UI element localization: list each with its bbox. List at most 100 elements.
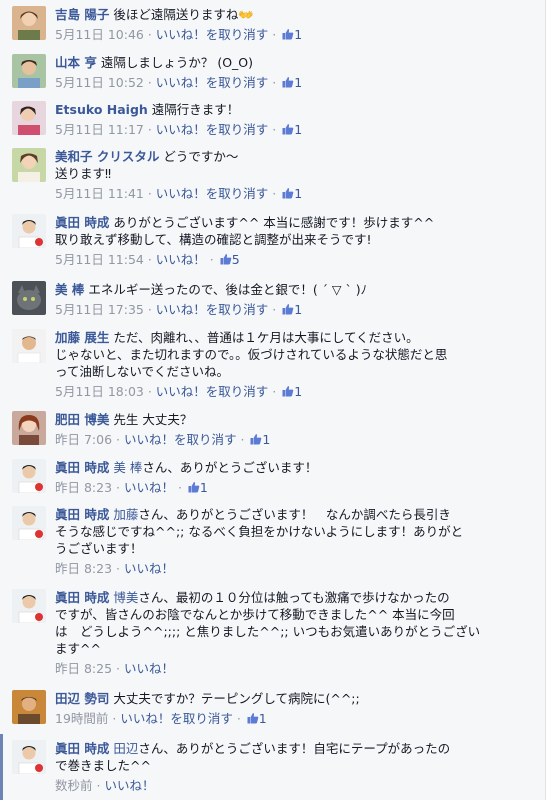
like-count[interactable]: 1 (294, 186, 302, 201)
avatar[interactable] (12, 101, 46, 135)
comment-timestamp[interactable]: 昨日 7:06 (55, 432, 112, 447)
thumbs-up-icon (282, 386, 294, 397)
comment-text-line: って油断しないでくださいね。 (55, 364, 230, 379)
comment-author[interactable]: 眞田 時成 (55, 590, 109, 605)
mention-link[interactable]: 美 棒 (113, 460, 142, 475)
thumbs-up-icon (282, 29, 294, 40)
comment-author[interactable]: 美和子 クリスタル (55, 149, 159, 164)
avatar[interactable] (12, 54, 46, 88)
comment-author[interactable]: Etsuko Haigh (55, 102, 148, 117)
comment-meta: 昨日 8:23 · いいね！ · 1 (55, 480, 208, 495)
unlike-link[interactable]: いいね！を取り消す (156, 27, 269, 42)
like-link[interactable]: いいね！ (156, 252, 206, 267)
comment-author[interactable]: 眞田 時成 (55, 741, 109, 756)
unlike-link[interactable]: いいね！を取り消す (120, 711, 233, 726)
comment-author[interactable]: 山本 亨 (55, 55, 97, 70)
like-count[interactable]: 1 (259, 711, 267, 726)
comment-meta: 19時間前 · いいね！を取り消す · 1 (55, 711, 267, 726)
thumbs-up-icon (282, 304, 294, 315)
like-count[interactable]: 1 (294, 302, 302, 317)
like-link[interactable]: いいね！ (124, 661, 174, 676)
comment-timestamp[interactable]: 昨日 8:23 (55, 480, 112, 495)
comment-text-line: うございます！ (55, 541, 143, 556)
unlike-link[interactable]: いいね！を取り消す (124, 432, 237, 447)
comment-timestamp[interactable]: 5月11日 18:03 (55, 384, 144, 399)
comment-meta: 昨日 7:06 · いいね！を取り消す · 1 (55, 432, 271, 447)
comment-timestamp[interactable]: 5月11日 10:46 (55, 27, 144, 42)
like-count[interactable]: 1 (200, 480, 208, 495)
unlike-link[interactable]: いいね！を取り消す (156, 186, 269, 201)
avatar[interactable] (12, 329, 46, 363)
comment-meta: 昨日 8:23 · いいね！ (55, 561, 174, 576)
thumbs-up-icon (250, 434, 262, 445)
comment-author[interactable]: 眞田 時成 (55, 215, 109, 230)
comment-meta: 5月11日 11:54 · いいね！ · 5 (55, 252, 240, 267)
comment-author[interactable]: 吉島 陽子 (55, 7, 109, 22)
avatar[interactable] (12, 148, 46, 182)
comment-timestamp[interactable]: 5月11日 11:41 (55, 186, 144, 201)
comment-author[interactable]: 肥田 博美 (55, 412, 109, 427)
comment-timestamp[interactable]: 数秒前 (55, 778, 93, 793)
comment-text: さん、ありがとうございます！ (142, 460, 318, 475)
comment-author[interactable]: 美 棒 (55, 282, 84, 297)
avatar[interactable] (12, 214, 46, 248)
comment-timestamp[interactable]: 5月11日 17:35 (55, 302, 144, 317)
comment-meta: 5月11日 10:46 · いいね！を取り消す · 1 (55, 27, 303, 42)
avatar[interactable] (12, 459, 46, 493)
comment-text: 遠隔しましょうか？ (O_O) (100, 55, 253, 70)
like-link[interactable]: いいね！ (124, 561, 174, 576)
new-comment-indicator (0, 734, 3, 800)
mention-link[interactable]: 加藤 (113, 507, 138, 522)
comment-author[interactable]: 田辺 勢司 (55, 691, 109, 706)
avatar[interactable] (12, 740, 46, 774)
thumbs-up-icon (282, 124, 294, 135)
unlike-link[interactable]: いいね！を取り消す (156, 384, 269, 399)
comment-text-line: 取り敢えず移動して、構造の確認と調整が出来そうです! (55, 232, 372, 247)
thumbs-up-icon (220, 254, 232, 265)
avatar[interactable] (12, 506, 46, 540)
comment-author[interactable]: 眞田 時成 (55, 507, 109, 522)
avatar[interactable] (12, 6, 46, 40)
comment-timestamp[interactable]: 昨日 8:25 (55, 661, 112, 676)
like-count[interactable]: 1 (294, 384, 302, 399)
comment-text-line: そうな感じですね^^;; なるべく負担をかけないようにします！ありがと (55, 524, 464, 539)
like-count[interactable]: 1 (294, 75, 302, 90)
comment-text-line: 送ります‼︎ (55, 166, 112, 181)
unlike-link[interactable]: いいね！を取り消す (156, 122, 269, 137)
comment-meta: 5月11日 18:03 · いいね！を取り消す · 1 (55, 384, 303, 399)
mention-link[interactable]: 田辺 (113, 741, 138, 756)
thumbs-up-icon (282, 77, 294, 88)
like-link[interactable]: いいね！ (104, 778, 154, 793)
comment-timestamp[interactable]: 19時間前 (55, 711, 108, 726)
comment-timestamp[interactable]: 昨日 8:23 (55, 561, 112, 576)
like-count[interactable]: 1 (262, 432, 270, 447)
comment-meta: 5月11日 11:41 · いいね！を取り消す · 1 (55, 186, 303, 201)
comment-timestamp[interactable]: 5月11日 10:52 (55, 75, 144, 90)
comment-text-line: ます^^ (55, 641, 101, 656)
comment-author[interactable]: 加藤 展生 (55, 330, 109, 345)
avatar[interactable] (12, 589, 46, 623)
comment-text: 遠隔行きます！ (151, 102, 240, 117)
comment-meta: 5月11日 11:17 · いいね！を取り消す · 1 (55, 122, 303, 137)
mention-link[interactable]: 博美 (113, 590, 138, 605)
avatar[interactable] (12, 281, 46, 315)
avatar[interactable] (12, 411, 46, 445)
like-link[interactable]: いいね！ (124, 480, 174, 495)
avatar[interactable] (12, 690, 46, 724)
comment-text-line: は どうしよう^^;;;; と焦りました^^;; いつもお気遣いありがとうござい (55, 624, 481, 639)
comment-timestamp[interactable]: 5月11日 11:54 (55, 252, 144, 267)
comment-author[interactable]: 眞田 時成 (55, 460, 109, 475)
unlike-link[interactable]: いいね！を取り消す (156, 302, 269, 317)
comment-text: 後ほど遠隔送りますね👐 (113, 7, 254, 22)
comment-text: どうですか〜 (163, 149, 239, 164)
comment-meta: 5月11日 10:52 · いいね！を取り消す · 1 (55, 75, 303, 90)
like-count[interactable]: 1 (294, 27, 302, 42)
comment-timestamp[interactable]: 5月11日 11:17 (55, 122, 144, 137)
unlike-link[interactable]: いいね！を取り消す (156, 75, 269, 90)
comment-text: ただ、肉離れ、、普通は１ケ月は大事にしてください。 (113, 330, 419, 345)
comment-text: ありがとうございます^^ 本当に感謝です！歩けます^^ (113, 215, 435, 230)
comment-text: 先生 大丈夫？ (113, 412, 193, 427)
like-count[interactable]: 5 (232, 252, 240, 267)
like-count[interactable]: 1 (294, 122, 302, 137)
thumbs-up-icon (247, 713, 259, 724)
